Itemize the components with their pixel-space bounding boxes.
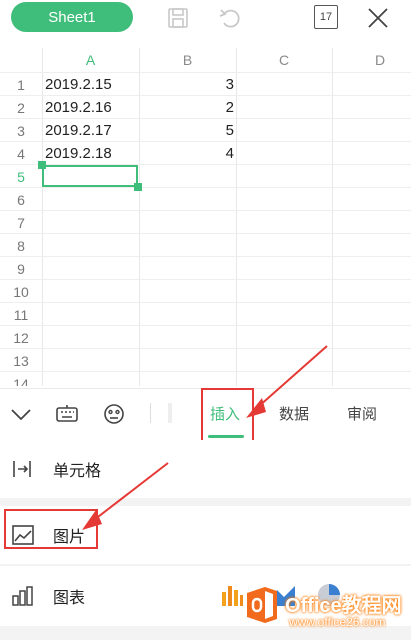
grid-line — [332, 48, 333, 386]
row-header[interactable]: 12 — [0, 326, 42, 349]
keyboard-icon[interactable] — [54, 401, 80, 427]
grid-line — [0, 233, 411, 234]
top-bar: Sheet1 17 — [0, 0, 411, 44]
chart-icon — [12, 586, 33, 606]
column-header-b[interactable]: B — [139, 48, 236, 72]
cell-a3[interactable]: 2019.2.17 — [45, 119, 139, 142]
page-count-label: 17 — [319, 11, 333, 23]
row-header[interactable]: 4 — [0, 142, 42, 165]
save-icon[interactable] — [164, 4, 192, 32]
cell-b4[interactable]: 4 — [140, 142, 234, 165]
grid-line — [0, 302, 411, 303]
row-header[interactable]: 9 — [0, 257, 42, 280]
grid-line — [0, 256, 411, 257]
grid-line — [0, 348, 411, 349]
page-count-icon[interactable]: 17 — [314, 5, 338, 29]
row-header[interactable]: 1 — [0, 73, 42, 96]
grid-line — [0, 325, 411, 326]
sheet-tab[interactable]: Sheet1 — [11, 2, 133, 32]
grid-line — [236, 48, 237, 386]
row-header[interactable]: 11 — [0, 303, 42, 326]
toolbar-divider — [150, 403, 151, 423]
row-header[interactable]: 6 — [0, 188, 42, 211]
toolbar-divider — [168, 403, 172, 423]
insert-cell-icon — [13, 461, 31, 477]
column-header-a[interactable]: A — [42, 48, 139, 72]
column-header-c[interactable]: C — [236, 48, 332, 72]
selection-handle-top-left[interactable] — [38, 161, 46, 169]
grid-line — [42, 48, 43, 386]
column-header-d[interactable]: D — [332, 48, 411, 72]
menu-item-cell[interactable]: 单元格 — [0, 440, 411, 498]
grid-line — [0, 371, 411, 372]
collapse-chevron-icon[interactable] — [8, 401, 34, 427]
row-header[interactable]: 3 — [0, 119, 42, 142]
selection-handle-bottom-right[interactable] — [134, 183, 142, 191]
close-icon[interactable] — [364, 4, 392, 32]
menu-item-cell-label: 单元格 — [53, 463, 102, 480]
selected-cell-a5[interactable] — [42, 165, 138, 187]
office-logo-icon — [247, 587, 277, 623]
spreadsheet-grid[interactable]: A B C D 1 2 3 4 5 6 7 8 9 10 11 12 13 14… — [0, 48, 411, 386]
cell-a4[interactable]: 2019.2.18 — [45, 142, 139, 165]
undo-icon[interactable] — [216, 4, 244, 32]
row-header[interactable]: 10 — [0, 280, 42, 303]
cell-b2[interactable]: 2 — [140, 96, 234, 119]
row-header-active[interactable]: 5 — [0, 165, 42, 188]
row-header[interactable]: 14 — [0, 372, 42, 387]
tab-data[interactable]: 数据 — [279, 403, 309, 424]
grid-line — [0, 279, 411, 280]
annotation-box-picture-item — [4, 509, 98, 549]
watermark-url: www.office26.com — [289, 615, 386, 629]
tab-review[interactable]: 审阅 — [347, 403, 377, 424]
grid-line — [0, 187, 411, 188]
watermark: Office教程网 www.office26.com — [241, 577, 411, 640]
emoji-icon[interactable] — [101, 401, 127, 427]
cell-a1[interactable]: 2019.2.15 — [45, 73, 139, 96]
cell-b3[interactable]: 5 — [140, 119, 234, 142]
row-header[interactable]: 13 — [0, 349, 42, 372]
cell-a2[interactable]: 2019.2.16 — [45, 96, 139, 119]
grid-line — [0, 210, 411, 211]
annotation-box-insert-tab — [201, 388, 254, 444]
watermark-brand: Office教程网 — [285, 595, 402, 617]
row-header[interactable]: 8 — [0, 234, 42, 257]
cell-b1[interactable]: 3 — [140, 73, 234, 96]
menu-item-chart-label: 图表 — [53, 590, 86, 607]
row-header[interactable]: 2 — [0, 96, 42, 119]
row-header[interactable]: 7 — [0, 211, 42, 234]
